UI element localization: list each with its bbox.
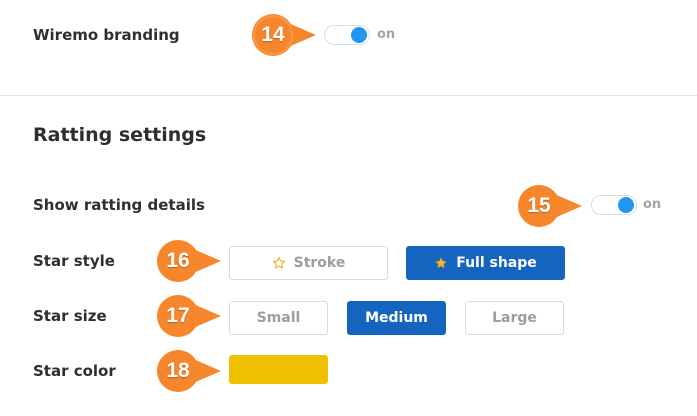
toggle-knob (351, 27, 367, 43)
callout-marker-18: 18 (157, 350, 223, 392)
section-divider (0, 95, 697, 96)
star-style-full-shape-button[interactable]: Full shape (406, 246, 565, 280)
star-outline-icon (272, 256, 286, 270)
show-details-label: Show ratting details (33, 196, 205, 214)
callout-marker-15: 15 (518, 185, 584, 227)
wiremo-branding-toggle[interactable] (324, 25, 370, 45)
callout-number: 16 (166, 249, 190, 272)
show-details-toggle-state: on (643, 197, 662, 212)
star-size-medium-button[interactable]: Medium (347, 301, 446, 335)
star-color-swatch[interactable] (229, 355, 328, 384)
full-shape-option-label: Full shape (456, 255, 537, 271)
show-details-toggle[interactable] (591, 195, 637, 215)
star-color-label: Star color (33, 362, 116, 380)
star-style-label: Star style (33, 252, 115, 270)
rating-settings-title: Ratting settings (33, 124, 207, 146)
callout-marker-14: 14 (252, 14, 318, 56)
star-size-large-button[interactable]: Large (465, 301, 564, 335)
wiremo-branding-toggle-state: on (377, 27, 396, 42)
callout-number: 14 (261, 23, 285, 46)
star-size-small-button[interactable]: Small (229, 301, 328, 335)
small-option-label: Small (256, 310, 301, 326)
wiremo-branding-label: Wiremo branding (33, 26, 180, 44)
medium-option-label: Medium (365, 310, 428, 326)
star-size-label: Star size (33, 307, 107, 325)
callout-number: 18 (166, 359, 190, 382)
callout-marker-16: 16 (157, 240, 223, 282)
callout-number: 17 (166, 304, 190, 327)
stroke-option-label: Stroke (293, 255, 346, 271)
star-style-stroke-button[interactable]: Stroke (229, 246, 388, 280)
large-option-label: Large (492, 310, 537, 326)
callout-number: 15 (527, 194, 551, 217)
star-filled-icon (434, 256, 448, 270)
callout-marker-17: 17 (157, 295, 223, 337)
toggle-knob (618, 197, 634, 213)
